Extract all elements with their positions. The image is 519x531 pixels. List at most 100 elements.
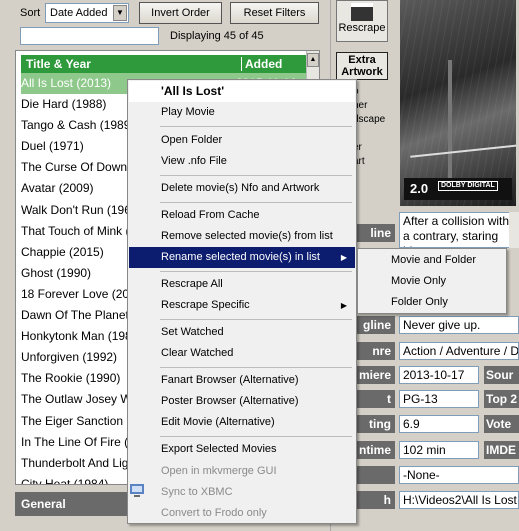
list-item-title: The Rookie (1990) <box>21 371 121 386</box>
list-item-title: Dawn Of The Planet <box>21 308 129 323</box>
source-label: Sour <box>484 366 519 384</box>
menu-separator <box>160 319 352 320</box>
submenu-folder-only[interactable]: Folder Only <box>359 292 505 313</box>
list-item-title: Walk Don't Run (196 <box>21 202 131 217</box>
list-item-title: The Eiger Sanction ( <box>21 413 131 428</box>
scroll-up-icon[interactable]: ▲ <box>307 53 319 67</box>
menu-title: 'All Is Lost' <box>129 81 355 102</box>
rename-submenu: Movie and Folder Movie Only Folder Only <box>357 248 507 314</box>
menu-open-folder[interactable]: Open Folder <box>129 130 355 151</box>
clapperboard-icon <box>351 3 373 21</box>
list-item-title: Avatar (2009) <box>21 181 94 196</box>
movie-poster[interactable]: 2.0 DOLBY DIGITAL <box>400 0 516 206</box>
submenu-movie-and-folder[interactable]: Movie and Folder <box>359 250 505 271</box>
menu-poster-browser[interactable]: Poster Browser (Alternative) <box>129 391 355 412</box>
menu-separator <box>160 367 352 368</box>
extra-artwork-button[interactable]: Extra Artwork <box>336 52 388 80</box>
artwork-option[interactable]: er <box>353 141 393 155</box>
menu-view-nfo[interactable]: View .nfo File <box>129 151 355 172</box>
artwork-option[interactable]: dscape <box>353 113 393 127</box>
list-header: Title & Year Added <box>21 55 316 73</box>
set-field[interactable]: -None- <box>399 466 519 484</box>
list-item-title: The Curse Of Downe <box>21 160 134 175</box>
list-item-title: Duel (1971) <box>21 139 84 154</box>
menu-play-movie[interactable]: Play Movie <box>129 102 355 123</box>
outline-field[interactable]: After a collision with a contrary, stari… <box>399 212 519 248</box>
xbmc-icon <box>130 484 144 497</box>
menu-open-mkvmerge: Open in mkvmerge GUI <box>161 465 277 477</box>
score-field[interactable]: 6.9 <box>399 415 479 433</box>
audio-badge: 2.0 DOLBY DIGITAL <box>404 178 512 200</box>
sort-label: Sort <box>20 7 41 19</box>
list-item-title: Tango & Cash (1989 <box>21 118 131 133</box>
sort-dropdown[interactable]: Date Added ▼ <box>45 3 129 23</box>
rescrape-button[interactable]: Rescrape <box>336 0 388 42</box>
list-item-title: Honkytonk Man (198 <box>21 329 132 344</box>
list-item-title: All Is Lost (2013) <box>21 76 112 90</box>
list-item-title: 18 Forever Love (20 <box>21 286 130 301</box>
chevron-down-icon[interactable]: ▼ <box>113 5 127 21</box>
artwork-option[interactable]: ner <box>353 99 393 113</box>
list-item-title: In The Line Of Fire ( <box>21 434 129 449</box>
menu-convert-frodo: Convert to Frodo only <box>161 507 267 519</box>
runtime-field[interactable]: 102 min <box>399 441 479 459</box>
context-menu: 'All Is Lost' Play Movie Open Folder Vie… <box>127 79 357 524</box>
artwork-option[interactable]: art <box>353 155 393 169</box>
dolby-icon: DOLBY DIGITAL <box>438 181 498 191</box>
menu-separator <box>160 202 352 203</box>
menu-reload-cache[interactable]: Reload From Cache <box>129 205 355 226</box>
menu-clear-watched[interactable]: Clear Watched <box>129 343 355 364</box>
list-item-title: Die Hard (1988) <box>21 97 107 112</box>
tab-general[interactable]: General <box>15 492 127 516</box>
genre-field[interactable]: Action / Adventure / Dr <box>399 342 519 360</box>
menu-separator <box>160 175 352 176</box>
artwork-option[interactable] <box>353 127 393 141</box>
filter-input[interactable] <box>20 27 159 45</box>
menu-export-selected[interactable]: Export Selected Movies <box>129 439 355 460</box>
poster-mast <box>448 60 452 180</box>
menu-rescrape-all[interactable]: Rescrape All <box>129 274 355 295</box>
menu-set-watched[interactable]: Set Watched <box>129 322 355 343</box>
menu-separator <box>160 271 352 272</box>
artwork-options: onerdscape erart <box>353 85 393 169</box>
list-item-title: Unforgiven (1992) <box>21 350 118 365</box>
menu-rescrape-specific[interactable]: Rescrape Specific ▶ <box>129 295 355 316</box>
outline-scrollbar[interactable] <box>509 212 519 248</box>
displaying-count: Displaying 45 of 45 <box>170 30 264 42</box>
list-item-title: The Outlaw Josey W <box>21 392 132 407</box>
sort-dropdown-value: Date Added <box>50 7 108 19</box>
menu-separator <box>160 436 352 437</box>
menu-delete-nfo-artwork[interactable]: Delete movie(s) Nfo and Artwork <box>129 178 355 199</box>
rescrape-label: Rescrape <box>338 22 386 34</box>
premiere-field[interactable]: 2013-10-17 <box>399 366 479 384</box>
list-item-title: That Touch of Mink ( <box>21 223 130 238</box>
invert-order-button[interactable]: Invert Order <box>139 2 222 24</box>
rating-field[interactable]: PG-13 <box>399 390 479 408</box>
column-header-title[interactable]: Title & Year <box>26 57 91 71</box>
imdb-label: IMDE <box>484 441 519 459</box>
menu-fanart-browser[interactable]: Fanart Browser (Alternative) <box>129 370 355 391</box>
menu-sync-xbmc: Sync to XBMC <box>161 486 233 498</box>
submenu-arrow-icon: ▶ <box>340 253 347 262</box>
tagline-field[interactable]: Never give up. <box>399 316 519 334</box>
submenu-arrow-icon: ▶ <box>340 301 347 310</box>
reset-filters-button[interactable]: Reset Filters <box>230 2 319 24</box>
list-item-title: Thunderbolt And Lig <box>21 455 129 470</box>
menu-remove-from-list[interactable]: Remove selected movie(s) from list <box>129 226 355 247</box>
list-item-title: City Heat (1984) <box>21 476 109 485</box>
poster-texture <box>400 0 516 206</box>
votes-label: Vote <box>484 415 519 433</box>
menu-rename-in-list[interactable]: Rename selected movie(s) in list ▶ <box>129 247 355 268</box>
top250-label: Top 2 <box>484 390 519 408</box>
menu-rename-label: Rename selected movie(s) in list <box>161 251 320 263</box>
path-field[interactable]: H:\Videos2\All Is Lost ( <box>399 491 519 509</box>
list-item-title: Ghost (1990) <box>21 265 92 280</box>
menu-separator <box>160 126 352 127</box>
list-item-title: Chappie (2015) <box>21 244 104 259</box>
audio-channels: 2.0 <box>410 181 429 196</box>
menu-rescrape-specific-label: Rescrape Specific <box>161 299 250 311</box>
submenu-movie-only[interactable]: Movie Only <box>359 271 505 292</box>
column-header-added[interactable]: Added <box>241 57 282 71</box>
artwork-option[interactable]: o <box>353 85 393 99</box>
menu-edit-movie[interactable]: Edit Movie (Alternative) <box>129 412 355 433</box>
